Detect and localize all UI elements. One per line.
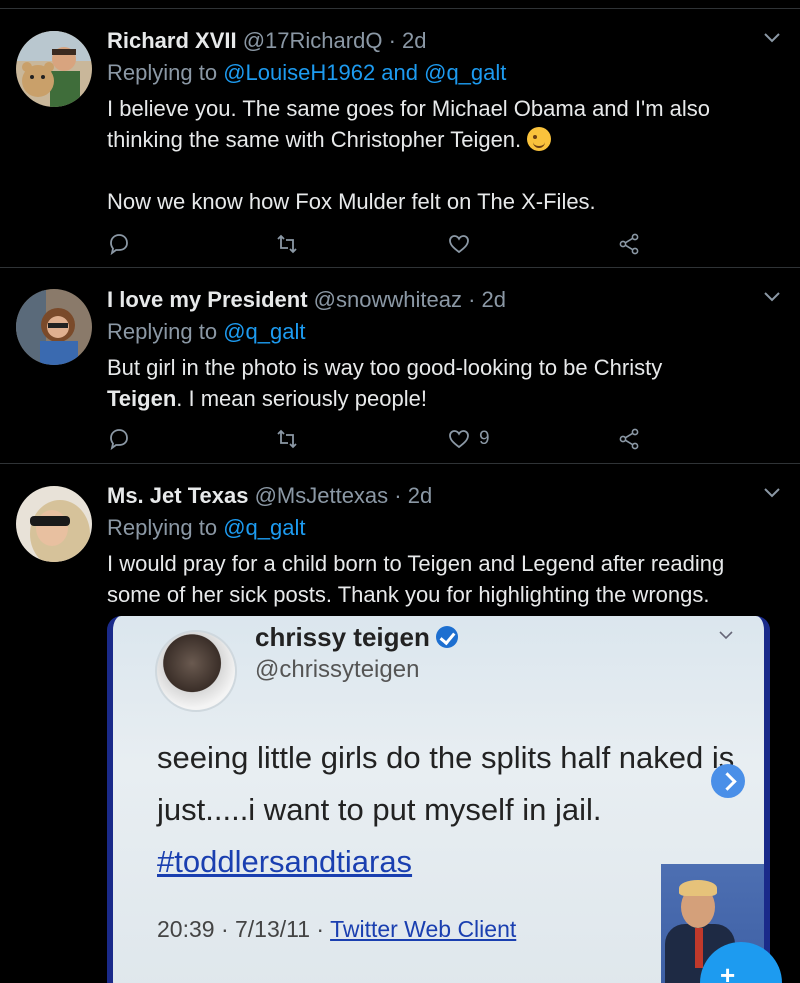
tweet-media-image[interactable]: chrissy teigen @chrissyteigen seeing lit… <box>107 616 770 983</box>
replying-to-label: Replying to <box>107 60 224 85</box>
user-handle[interactable]: @MsJettexas <box>255 483 389 508</box>
display-name[interactable]: Ms. Jet Texas <box>107 483 248 508</box>
share-button[interactable] <box>617 229 641 259</box>
embedded-meta: 20:39 · 7/13/11 · Twitter Web Client <box>157 916 516 943</box>
tweet[interactable]: Richard XVII @17RichardQ · 2d Replying t… <box>0 8 800 268</box>
timestamp[interactable]: 2d <box>482 287 506 312</box>
separator-dot: · <box>388 28 396 53</box>
winking-face-icon <box>527 127 552 151</box>
arrow-right-icon <box>711 764 745 798</box>
display-name[interactable]: Richard XVII <box>107 28 237 53</box>
tweet-header: Ms. Jet Texas @MsJettexas · 2d <box>107 482 432 510</box>
tweet-text-line: Now we know how Fox Mulder felt on The X… <box>107 189 596 214</box>
retweet-button[interactable] <box>275 424 299 454</box>
chevron-down-icon[interactable] <box>762 290 782 304</box>
retweet-icon <box>277 429 297 449</box>
chevron-down-icon[interactable] <box>762 486 782 500</box>
replying-to: Replying to @q_galt <box>107 514 305 542</box>
like-button[interactable] <box>447 229 471 259</box>
chevron-down-icon[interactable] <box>762 31 782 45</box>
tweet-text-line: . I mean seriously people! <box>176 386 427 411</box>
tweet[interactable]: Ms. Jet Texas @MsJettexas · 2d Replying … <box>0 464 800 983</box>
embedded-meta-time: 20:39 · 7/13/11 · <box>157 916 331 942</box>
avatar[interactable] <box>16 289 92 365</box>
tweet[interactable]: I love my President @snowwhiteaz · 2d Re… <box>0 268 800 464</box>
timestamp[interactable]: 2d <box>408 483 432 508</box>
reply-button[interactable] <box>107 424 131 454</box>
avatar-image <box>16 31 92 107</box>
embedded-tweet-text: seeing little girls do the splits half n… <box>157 732 737 888</box>
user-handle[interactable]: @17RichardQ <box>243 28 383 53</box>
tweet-text: I would pray for a child born to Teigen … <box>107 551 725 607</box>
embedded-avatar <box>155 630 237 712</box>
tweet-text: I believe you. The same goes for Michael… <box>107 93 777 217</box>
tweet-text-bold: Teigen <box>107 386 177 411</box>
embedded-tweet-screenshot: chrissy teigen @chrissyteigen seeing lit… <box>113 616 764 983</box>
embedded-meta-client: Twitter Web Client <box>330 916 517 942</box>
tweet-actions <box>107 229 667 259</box>
separator-dot: · <box>468 287 476 312</box>
tweet-text-line: But girl in the photo is way too good-lo… <box>107 355 663 380</box>
tweet-text-line: thinking the same with Christopher Teige… <box>107 127 528 152</box>
retweet-button[interactable] <box>275 229 299 259</box>
user-handle[interactable]: @snowwhiteaz <box>314 287 462 312</box>
timestamp[interactable]: 2d <box>402 28 426 53</box>
embedded-text-main: seeing little girls do the splits half n… <box>157 740 735 827</box>
embedded-handle: @chrissyteigen <box>255 656 420 683</box>
reply-button[interactable] <box>107 229 131 259</box>
separator-dot: · <box>394 483 402 508</box>
replying-to: Replying to @LouiseH1962 and @q_galt <box>107 59 506 87</box>
replying-to-label: Replying to <box>107 319 224 344</box>
tweet-actions: 9 <box>107 424 667 454</box>
chevron-down-icon <box>719 631 733 640</box>
replying-to-label: Replying to <box>107 515 224 540</box>
replying-to-link[interactable]: @q_galt <box>223 515 305 540</box>
reply-icon <box>110 234 128 256</box>
avatar[interactable] <box>16 486 92 562</box>
tweet-header: Richard XVII @17RichardQ · 2d <box>107 27 427 55</box>
like-button[interactable]: 9 <box>447 424 490 454</box>
share-icon <box>619 428 639 450</box>
verified-badge-icon <box>435 626 458 648</box>
compose-icon: + <box>720 960 736 983</box>
tweet-text-line: I believe you. The same goes for Michael… <box>107 96 710 121</box>
embedded-display-name: chrissy teigen <box>255 622 458 653</box>
embedded-hashtag: #toddlersandtiaras <box>157 844 413 879</box>
replying-to-link[interactable]: @q_galt <box>223 319 305 344</box>
heart-icon <box>449 430 469 449</box>
embedded-name-text: chrissy teigen <box>255 622 430 652</box>
avatar-image <box>16 486 92 562</box>
tweet-header: I love my President @snowwhiteaz · 2d <box>107 286 506 314</box>
avatar[interactable] <box>16 31 92 107</box>
tweet-text: But girl in the photo is way too good-lo… <box>107 352 777 414</box>
share-icon <box>619 233 639 255</box>
replying-to: Replying to @q_galt <box>107 318 305 346</box>
avatar-image <box>16 289 92 365</box>
heart-icon <box>449 235 469 254</box>
reply-icon <box>110 429 128 451</box>
like-count: 9 <box>479 428 490 449</box>
display-name[interactable]: I love my President <box>107 287 308 312</box>
retweet-icon <box>277 234 297 254</box>
replying-to-link[interactable]: @LouiseH1962 and @q_galt <box>223 60 506 85</box>
share-button[interactable] <box>617 424 641 454</box>
